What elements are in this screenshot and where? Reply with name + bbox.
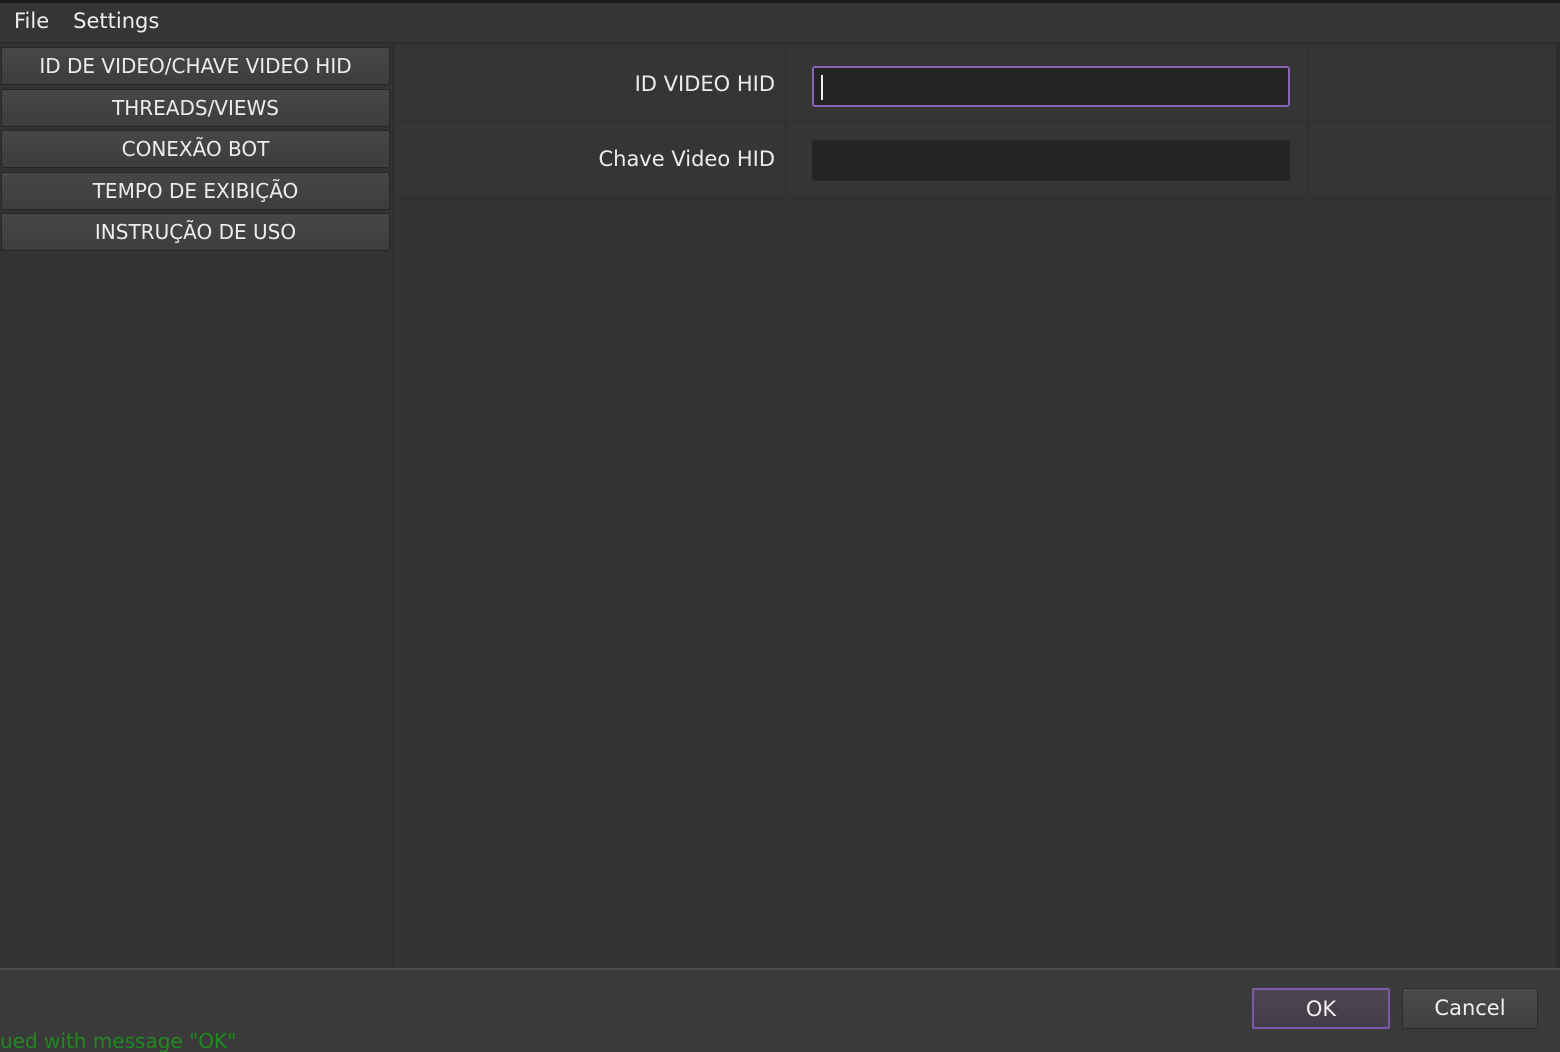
form-row-video-key: Chave Video HID xyxy=(395,122,1560,197)
sidebar-item-video-id-key[interactable]: ID DE VIDEO/CHAVE VIDEO HID xyxy=(1,47,390,85)
column-separator xyxy=(1307,47,1308,121)
column-separator xyxy=(785,47,786,121)
settings-content: ID VIDEO HID Chave Video HID xyxy=(395,44,1560,968)
sidebar-item-threads-views[interactable]: THREADS/VIEWS xyxy=(1,89,390,127)
video-key-input[interactable] xyxy=(812,140,1290,181)
sidebar: ID DE VIDEO/CHAVE VIDEO HID THREADS/VIEW… xyxy=(0,44,393,968)
video-id-input[interactable] xyxy=(812,66,1290,107)
ok-button[interactable]: OK xyxy=(1252,988,1390,1029)
sidebar-item-display-time[interactable]: TEMPO DE EXIBIÇÃO xyxy=(1,172,390,210)
column-separator xyxy=(1307,122,1308,196)
sidebar-item-bot-connection[interactable]: CONEXÃO BOT xyxy=(1,130,390,168)
right-scroll-edge xyxy=(1556,44,1560,968)
console-output-line: ued with message "OK" xyxy=(0,1030,237,1052)
menu-file[interactable]: File xyxy=(0,3,61,43)
menu-bar: File Settings xyxy=(0,3,1560,43)
menu-settings[interactable]: Settings xyxy=(61,3,171,43)
column-separator xyxy=(785,122,786,196)
text-caret xyxy=(821,75,823,100)
sidebar-item-usage-instructions[interactable]: INSTRUÇÃO DE USO xyxy=(1,213,390,251)
video-key-label: Chave Video HID xyxy=(598,147,775,171)
video-id-label: ID VIDEO HID xyxy=(634,72,775,96)
settings-dialog: File Settings ID DE VIDEO/CHAVE VIDEO HI… xyxy=(0,0,1560,1052)
cancel-button[interactable]: Cancel xyxy=(1402,988,1538,1029)
form-row-video-id: ID VIDEO HID xyxy=(395,47,1560,122)
